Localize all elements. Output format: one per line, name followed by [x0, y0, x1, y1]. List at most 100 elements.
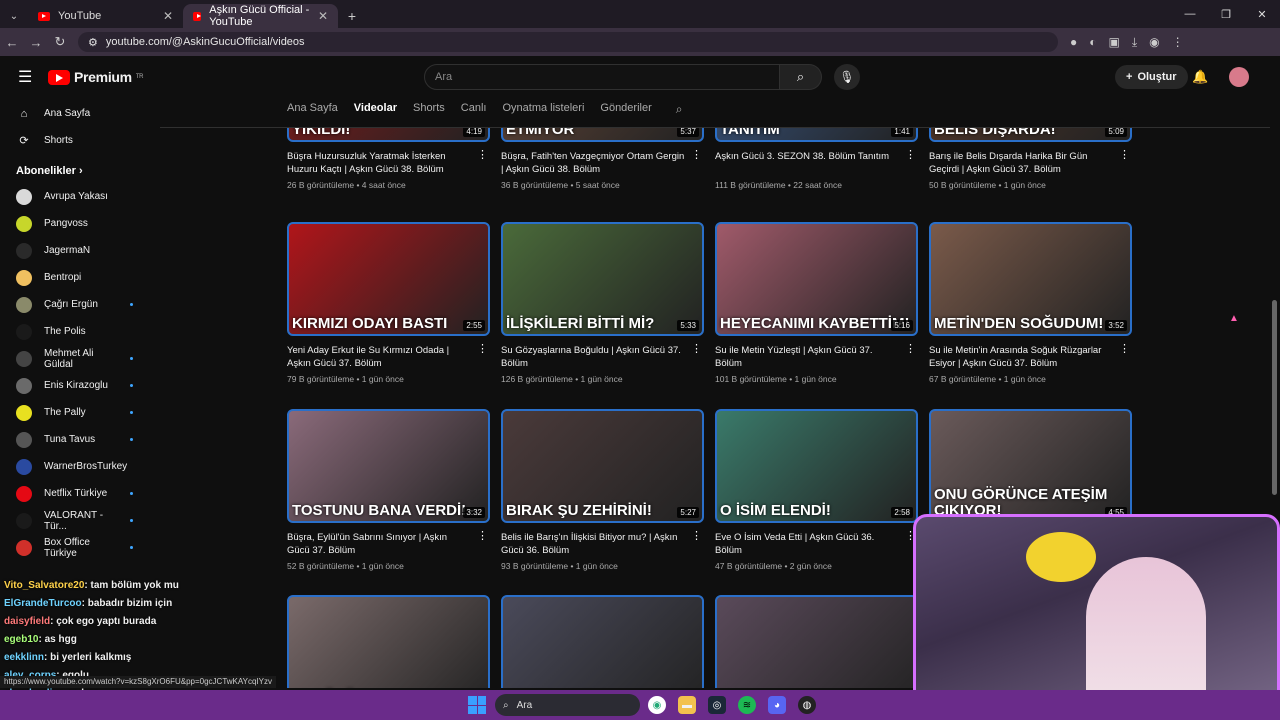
folder-icon[interactable]: ▬: [678, 696, 696, 714]
video-title[interactable]: Yeni Aday Erkut ile Su Kırmızı Odada | A…: [287, 344, 472, 370]
hamburger-menu-icon[interactable]: ☰: [18, 67, 32, 87]
video-thumbnail[interactable]: 37.BÖLÜM: [287, 595, 490, 688]
forward-icon[interactable]: →: [24, 35, 48, 50]
video-card[interactable]: YIKILDI! 4:19 Büşra Huzursuzluk Yaratmak İ…: [287, 128, 490, 190]
video-card[interactable]: 37.BÖLÜM: [287, 595, 490, 688]
chrome-icon[interactable]: ◉: [648, 696, 666, 714]
sidebar-item-subscription[interactable]: VALORANT - Tür...: [0, 507, 155, 534]
more-options-icon[interactable]: ⋮: [477, 529, 488, 542]
new-tab-button[interactable]: +: [338, 4, 366, 28]
video-card[interactable]: HEYECANIMI KAYBETTİM! 5:16 Su ile Metin Yü…: [715, 222, 918, 384]
more-options-icon[interactable]: ⋮: [691, 529, 702, 542]
extension-icon[interactable]: ▣: [1109, 35, 1120, 50]
video-thumbnail[interactable]: METİN'DEN SOĞUDUM! 3:52: [929, 222, 1132, 336]
video-thumbnail[interactable]: O İSİM ELENDİ! 2:58: [715, 409, 918, 523]
video-thumbnail[interactable]: BELİS DIŞARDA! 5:09: [929, 128, 1132, 142]
video-thumbnail[interactable]: TANITIM 1:41: [715, 128, 918, 142]
sidebar-item-subscription[interactable]: Tuna Tavus: [0, 426, 155, 453]
video-title[interactable]: Su ile Metin'in Arasında Soğuk Rüzgarlar…: [929, 344, 1114, 370]
sidebar-item-subscription[interactable]: The Polis: [0, 318, 155, 345]
video-card[interactable]: TOSTUNU BANA VERDİ! 3:32 Büşra, Eylül'ün S…: [287, 409, 490, 571]
video-card[interactable]: KAPA: [715, 595, 918, 688]
sidebar-item-shorts[interactable]: ⟳ Shorts: [0, 127, 155, 154]
menu-icon[interactable]: ⋮: [1172, 35, 1184, 50]
tab-channel[interactable]: Gönderiler: [600, 102, 651, 120]
extension-icon[interactable]: ●: [1070, 35, 1077, 50]
create-button[interactable]: + Oluştur: [1115, 65, 1188, 89]
tab-search-icon[interactable]: ⌄: [0, 4, 28, 28]
extension-icon[interactable]: ◐: [1089, 35, 1096, 50]
video-card[interactable]: KIRMIZI ODAYI BASTI 2:55 Yeni Aday Erkut i…: [287, 222, 490, 384]
voice-search-button[interactable]: 🎙: [834, 64, 860, 90]
subscriptions-header[interactable]: Abonelikler ›: [0, 154, 155, 183]
browser-tab[interactable]: YouTube ✕: [28, 4, 183, 28]
more-options-icon[interactable]: ⋮: [1119, 342, 1130, 355]
video-title[interactable]: Belis ile Barış'ın İlişkisi Bitiyor mu? …: [501, 531, 686, 557]
more-options-icon[interactable]: ⋮: [691, 148, 702, 161]
sidebar-item-subscription[interactable]: WarnerBrosTurkey: [0, 453, 155, 480]
more-options-icon[interactable]: ⋮: [1119, 148, 1130, 161]
search-button[interactable]: ⌕: [780, 64, 822, 90]
video-thumbnail[interactable]: KAPA: [715, 595, 918, 688]
minimize-icon[interactable]: —: [1172, 0, 1208, 28]
video-title[interactable]: Aşkın Gücü 3. SEZON 38. Bölüm Tanıtım: [715, 150, 900, 176]
restore-icon[interactable]: ❐: [1208, 0, 1244, 28]
sidebar-item-subscription[interactable]: Enis Kirazoglu: [0, 372, 155, 399]
sidebar-item-subscription[interactable]: Pangvoss: [0, 210, 155, 237]
more-options-icon[interactable]: ⋮: [691, 342, 702, 355]
video-card[interactable]: ETMİYOR 5:37 Büşra, Fatih'ten Vazgeçmiyor …: [501, 128, 704, 190]
tab-channel[interactable]: Canlı: [461, 102, 487, 120]
reload-icon[interactable]: ↻: [48, 34, 72, 50]
steam-icon[interactable]: ◎: [708, 696, 726, 714]
video-thumbnail[interactable]: YIKILDI! 4:19: [287, 128, 490, 142]
video-title[interactable]: Büşra Huzursuzluk Yaratmak İsterken Huzu…: [287, 150, 472, 176]
video-thumbnail[interactable]: BIRAK ŞU ZEHİRİNİ! 5:27: [501, 409, 704, 523]
video-card[interactable]: BIRAK ŞU ZEHİRİNİ! 5:27 Belis ile Barış'ın…: [501, 409, 704, 571]
close-icon[interactable]: ✕: [163, 9, 173, 23]
video-thumbnail[interactable]: YETER ARTIK: [501, 595, 704, 688]
video-thumbnail[interactable]: TOSTUNU BANA VERDİ! 3:32: [287, 409, 490, 523]
sidebar-item-subscription[interactable]: The Pally: [0, 399, 155, 426]
close-window-icon[interactable]: ✕: [1244, 0, 1280, 28]
more-options-icon[interactable]: ⋮: [905, 342, 916, 355]
url-field[interactable]: ⚙ youtube.com/@AskinGucuOfficial/videos: [78, 32, 1058, 52]
close-icon[interactable]: ✕: [318, 9, 328, 23]
video-card[interactable]: METİN'DEN SOĞUDUM! 3:52 Su ile Metin'in Ar…: [929, 222, 1132, 384]
youtube-logo[interactable]: Premium TR: [48, 69, 144, 85]
discord-icon[interactable]: ◕: [768, 696, 786, 714]
tab-channel[interactable]: Videolar: [354, 102, 397, 120]
sidebar-item-subscription[interactable]: Çağrı Ergün: [0, 291, 155, 318]
video-title[interactable]: Barış ile Belis Dışarda Harika Bir Gün G…: [929, 150, 1114, 176]
more-options-icon[interactable]: ⋮: [477, 342, 488, 355]
video-thumbnail[interactable]: ONU GÖRÜNCE ATEŞİM ÇIKIYOR! 4:55: [929, 409, 1132, 523]
video-thumbnail[interactable]: HEYECANIMI KAYBETTİM! 5:16: [715, 222, 918, 336]
tab-channel[interactable]: Shorts: [413, 102, 445, 120]
notifications-bell-icon[interactable]: 🔔: [1192, 69, 1208, 85]
video-card[interactable]: İLİŞKİLERİ BİTTİ Mİ? 5:33 Su Gözyaşlarına …: [501, 222, 704, 384]
sidebar-item-subscription[interactable]: Avrupa Yakası: [0, 183, 155, 210]
tab-channel[interactable]: Ana Sayfa: [287, 102, 338, 120]
site-info-icon[interactable]: ⚙: [88, 36, 98, 49]
obs-icon[interactable]: ◍: [798, 696, 816, 714]
sidebar-item-subscription[interactable]: JagermaN: [0, 237, 155, 264]
sidebar-item-subscription[interactable]: Netflix Türkiye: [0, 480, 155, 507]
video-card[interactable]: O İSİM ELENDİ! 2:58 Eve O İsim Veda Etti |…: [715, 409, 918, 571]
video-card[interactable]: YETER ARTIK: [501, 595, 704, 688]
video-title[interactable]: Su ile Metin Yüzleşti | Aşkın Gücü 37. B…: [715, 344, 900, 370]
account-avatar[interactable]: [1229, 67, 1249, 87]
video-title[interactable]: Büşra, Fatih'ten Vazgeçmiyor Ortam Gergi…: [501, 150, 686, 176]
video-title[interactable]: Eve O İsim Veda Etti | Aşkın Gücü 36. Bö…: [715, 531, 900, 557]
browser-tab-active[interactable]: Aşkın Gücü Official - YouTube ✕: [183, 4, 338, 28]
download-icon[interactable]: ⤓: [1132, 35, 1137, 50]
more-options-icon[interactable]: ⋮: [905, 148, 916, 161]
profile-icon[interactable]: ◉: [1149, 35, 1159, 50]
video-thumbnail[interactable]: ETMİYOR 5:37: [501, 128, 704, 142]
video-card[interactable]: TANITIM 1:41 Aşkın Gücü 3. SEZON 38. Bölüm…: [715, 128, 918, 190]
video-thumbnail[interactable]: İLİŞKİLERİ BİTTİ Mİ? 5:33: [501, 222, 704, 336]
video-card[interactable]: ONU GÖRÜNCE ATEŞİM ÇIKIYOR! 4:55: [929, 409, 1132, 523]
sidebar-item-subscription[interactable]: Box Office Türkiye: [0, 534, 155, 561]
tab-channel[interactable]: Oynatma listeleri: [502, 102, 584, 120]
search-input[interactable]: Ara: [424, 64, 780, 90]
more-options-icon[interactable]: ⋮: [477, 148, 488, 161]
video-title[interactable]: Büşra, Eylül'ün Sabrını Sınıyor | Aşkın …: [287, 531, 472, 557]
